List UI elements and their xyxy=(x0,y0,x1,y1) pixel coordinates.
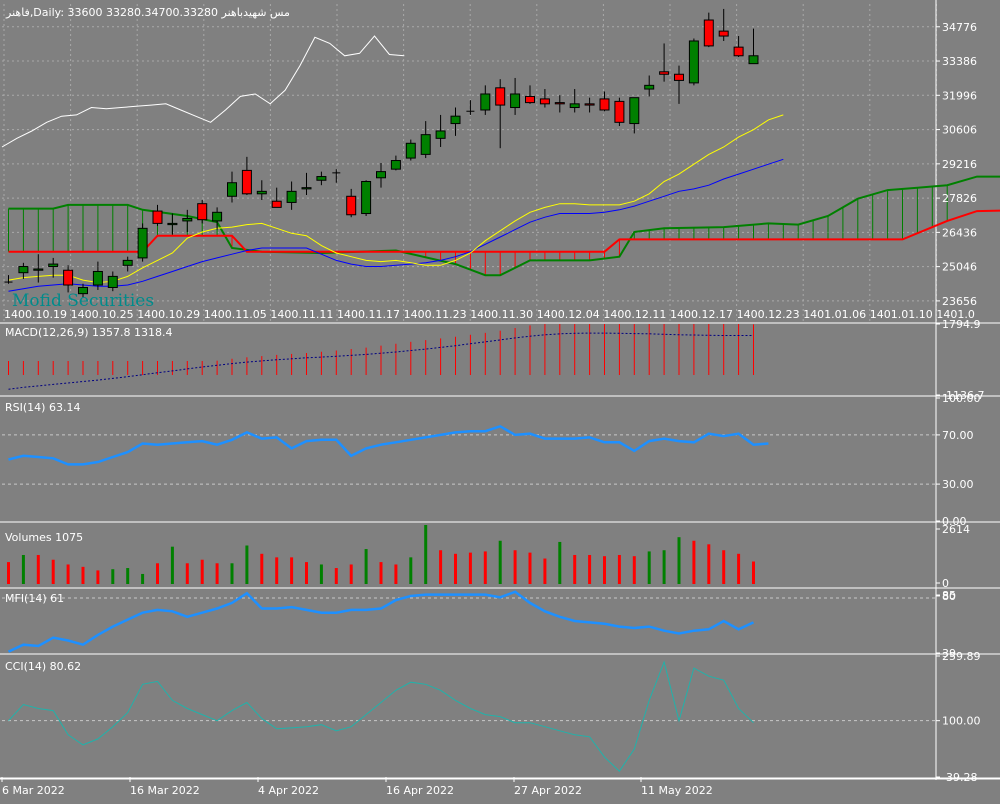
candle-body-49 xyxy=(734,47,743,56)
price-axis-4-label: 29216 xyxy=(942,158,977,171)
price-axis-3-label: 30606 xyxy=(942,124,977,137)
chart-title: فاهنر,Daily: 33600 33280.34700.33280 مس … xyxy=(5,6,290,19)
candle-body-9 xyxy=(138,228,147,258)
candle-body-14 xyxy=(213,212,222,221)
candle-body-3 xyxy=(49,264,58,266)
price-axis-0-label: 34776 xyxy=(942,21,977,34)
candle-body-4 xyxy=(64,270,73,285)
candle-body-39 xyxy=(585,104,594,105)
price-date-label-12: 1401.01.06 xyxy=(803,308,866,321)
rsi-axis-2-label: 30.00 xyxy=(942,478,974,491)
candle-body-27 xyxy=(406,143,415,158)
candle-body-38 xyxy=(570,104,579,108)
price-axis-6-label: 26436 xyxy=(942,226,977,239)
macd-axis-0-label: 1794.9 xyxy=(942,318,981,331)
watermark: Mofid Securities xyxy=(12,291,154,311)
candle-body-1 xyxy=(19,267,28,273)
candle-body-7 xyxy=(108,276,117,287)
rsi-axis-1-label: 70.00 xyxy=(942,429,974,442)
candle-body-11 xyxy=(168,223,177,224)
candle-body-23 xyxy=(347,196,356,214)
cci-axis-2-label: -39.28 xyxy=(942,771,977,784)
price-date-label-4: 1400.11.11 xyxy=(270,308,333,321)
mfi-axis-1-label: 80 xyxy=(942,590,956,603)
time-label-1: 16 Mar 2022 xyxy=(130,784,200,797)
candle-body-10 xyxy=(153,211,162,223)
price-date-label-5: 1400.11.17 xyxy=(337,308,400,321)
chart-canvas[interactable]: 34776 33386 31996 30606 29216 27826 26436 25046… xyxy=(0,0,1000,800)
candle-body-42 xyxy=(630,98,639,124)
candle-body-25 xyxy=(377,172,386,178)
candle-body-19 xyxy=(287,191,296,202)
candle-body-47 xyxy=(704,20,713,46)
candle-body-20 xyxy=(302,188,311,189)
rsi-title: RSI(14) 63.14 xyxy=(5,401,80,414)
candle-body-32 xyxy=(481,94,490,110)
candle-body-17 xyxy=(257,191,266,193)
candle-body-43 xyxy=(645,85,654,89)
price-date-label-7: 1400.11.30 xyxy=(470,308,533,321)
candle-body-45 xyxy=(675,74,684,80)
candle-body-18 xyxy=(272,201,281,207)
price-axis-8-label: 23656 xyxy=(942,295,977,308)
candle-body-21 xyxy=(317,177,326,181)
price-axis-5-label: 27826 xyxy=(942,192,977,205)
cci-axis-1-label: 100.00 xyxy=(942,715,981,728)
candle-body-28 xyxy=(421,135,430,155)
volumes-axis-0-label: 2614 xyxy=(942,523,970,536)
macd-title: MACD(12,26,9) 1357.8 1318.4 xyxy=(5,326,173,339)
candle-body-40 xyxy=(600,99,609,110)
candle-body-24 xyxy=(362,181,371,213)
time-label-4: 27 Apr 2022 xyxy=(514,784,582,797)
time-label-0: 6 Mar 2022 xyxy=(2,784,65,797)
price-date-label-8: 1400.12.04 xyxy=(537,308,600,321)
price-date-label-13: 1401.01.10 xyxy=(870,308,933,321)
candle-body-13 xyxy=(198,204,207,220)
price-date-label-10: 1400.12.17 xyxy=(670,308,733,321)
price-date-label-6: 1400.11.23 xyxy=(404,308,467,321)
candle-body-41 xyxy=(615,101,624,122)
cci-title: CCI(14) 80.62 xyxy=(5,660,81,673)
candle-body-33 xyxy=(496,88,505,105)
time-label-2: 4 Apr 2022 xyxy=(258,784,319,797)
price-date-label-3: 1400.11.05 xyxy=(204,308,267,321)
trading-chart[interactable]: 34776 33386 31996 30606 29216 27826 26436 25046… xyxy=(0,0,1000,800)
candle-body-37 xyxy=(555,103,564,104)
time-label-3: 16 Apr 2022 xyxy=(386,784,454,797)
time-label-5: 11 May 2022 xyxy=(641,784,713,797)
candle-body-12 xyxy=(183,218,192,220)
candle-body-34 xyxy=(511,94,520,108)
price-date-label-11: 1400.12.23 xyxy=(737,308,800,321)
candle-body-29 xyxy=(436,131,445,138)
candle-body-15 xyxy=(228,183,237,197)
candle-body-46 xyxy=(689,41,698,83)
cci-axis-0-label: 259.89 xyxy=(942,650,981,663)
candle-body-48 xyxy=(719,31,728,36)
candle-body-30 xyxy=(451,116,460,123)
candle-body-16 xyxy=(242,170,251,193)
price-axis-1-label: 33386 xyxy=(942,55,977,68)
candle-body-2 xyxy=(34,269,43,270)
price-axis-7-label: 25046 xyxy=(942,261,977,274)
price-axis-2-label: 31996 xyxy=(942,89,977,102)
candle-body-8 xyxy=(123,260,132,265)
candle-body-44 xyxy=(660,72,669,74)
candle-body-6 xyxy=(93,271,102,285)
mfi-title: MFI(14) 61 xyxy=(5,592,64,605)
candle-body-35 xyxy=(526,96,535,102)
candle-body-50 xyxy=(749,56,758,64)
candle-body-26 xyxy=(391,161,400,170)
rsi-axis-0-label: 100.00 xyxy=(942,392,981,405)
candle-body-36 xyxy=(540,99,549,104)
volumes-title: Volumes 1075 xyxy=(5,531,83,544)
price-date-label-9: 1400.12.11 xyxy=(603,308,666,321)
